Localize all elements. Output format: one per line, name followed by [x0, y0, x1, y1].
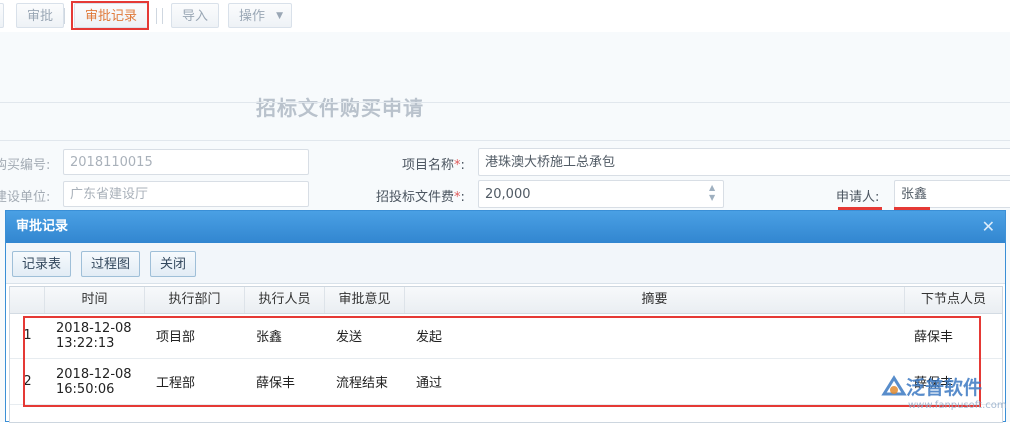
process-chart-button[interactable]: 过程图: [81, 251, 141, 277]
applicant-field[interactable]: 张鑫: [894, 180, 1010, 208]
column-header-person[interactable]: 执行人员: [245, 287, 325, 313]
purchase-no-field[interactable]: 2018110015: [63, 149, 309, 175]
column-header-dept[interactable]: 执行部门: [145, 287, 245, 313]
column-header-summary[interactable]: 摘要: [405, 287, 905, 313]
toolbar-divider: [156, 8, 157, 24]
divider: [0, 102, 1010, 103]
fanpu-logo-icon: [881, 375, 907, 396]
close-icon[interactable]: ✕: [982, 211, 995, 243]
watermark-logo: 泛普软件 www.fanpusoft.com: [878, 372, 1008, 420]
column-header-opinion[interactable]: 审批意见: [325, 287, 405, 313]
toolbar-divider: [162, 8, 163, 24]
operate-dropdown-button[interactable]: 操作 ▼: [228, 3, 293, 28]
dialog-title-bar[interactable]: 审批记录 ✕: [6, 211, 1005, 243]
toolbar: 审批 审批记录 导入 操作 ▼: [0, 0, 1010, 33]
highlight-approval-record-tab: [71, 1, 149, 30]
stepper-arrows-icon[interactable]: ▲ ▼: [709, 183, 717, 203]
fee-label: 招投标文件费*:: [376, 190, 465, 205]
build-unit-field[interactable]: 广东省建设厅: [63, 181, 309, 207]
project-name-label: 项目名称*:: [402, 158, 465, 173]
approve-button[interactable]: 审批: [16, 3, 65, 28]
column-header-next-node[interactable]: 下节点人员: [905, 287, 1002, 313]
toolbar-divider: [64, 8, 65, 24]
chevron-down-icon: ▼: [276, 11, 284, 21]
applicant-label: 申请人:: [836, 190, 880, 205]
operate-label: 操作: [239, 9, 266, 24]
dialog-title: 审批记录: [16, 219, 69, 234]
highlight-table-rows: [23, 316, 981, 407]
fee-field[interactable]: 20,000 ▲ ▼: [478, 180, 724, 208]
toolbar-button-partial[interactable]: [0, 3, 4, 28]
project-name-field[interactable]: 港珠澳大桥施工总承包: [478, 148, 1010, 176]
dialog-toolbar: 记录表 过程图 关闭: [6, 243, 1005, 284]
page-title: 招标文件购买申请: [256, 96, 424, 120]
column-header-time[interactable]: 时间: [45, 287, 145, 313]
watermark-url: www.fanpusoft.com: [908, 400, 1007, 411]
import-button[interactable]: 导入: [171, 3, 220, 28]
build-unit-label: 建设单位:: [0, 190, 51, 205]
close-button[interactable]: 关闭: [150, 251, 197, 277]
table-header: 时间 执行部门 执行人员 审批意见 摘要 下节点人员: [10, 287, 1002, 314]
record-table-button[interactable]: 记录表: [12, 251, 72, 277]
watermark-name: 泛普软件: [906, 377, 983, 399]
column-header-rownum: [10, 287, 45, 313]
divider: [0, 140, 1010, 141]
purchase-no-label: 购买编号:: [0, 158, 51, 173]
